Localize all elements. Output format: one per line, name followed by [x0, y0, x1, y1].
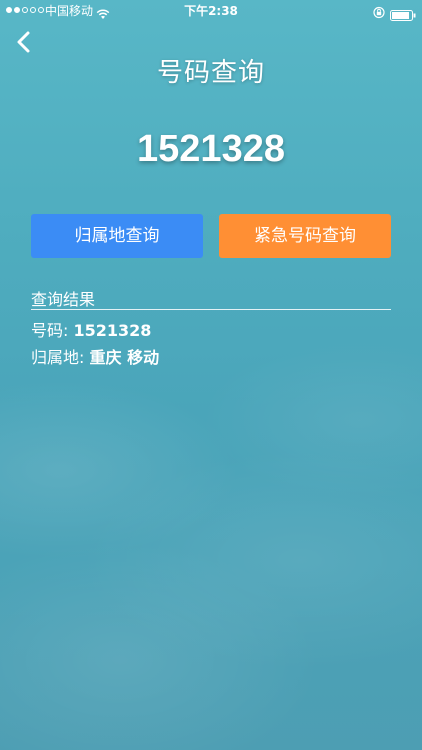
result-number-label: 号码: — [31, 321, 69, 340]
result-number-value: 1521328 — [73, 321, 152, 340]
result-location-value: 重庆 移动 — [89, 348, 160, 367]
battery-icon — [390, 6, 416, 28]
results-divider — [31, 309, 391, 310]
query-number: 1521328 — [137, 128, 285, 170]
result-location-label: 归属地: — [31, 348, 85, 367]
status-bar: 中国移动 下午2:38 — [0, 0, 422, 22]
result-number-row: 号码: 1521328 — [31, 317, 151, 341]
status-time: 下午2:38 — [184, 4, 238, 18]
page-title: 号码查询 — [156, 58, 265, 88]
orientation-lock-icon — [373, 4, 385, 26]
emergency-number-query-button[interactable]: 紧急号码查询 — [219, 214, 391, 258]
result-location-row: 归属地: 重庆 移动 — [31, 344, 159, 368]
location-query-button[interactable]: 归属地查询 — [31, 214, 203, 258]
results-heading: 查询结果 — [31, 290, 96, 309]
